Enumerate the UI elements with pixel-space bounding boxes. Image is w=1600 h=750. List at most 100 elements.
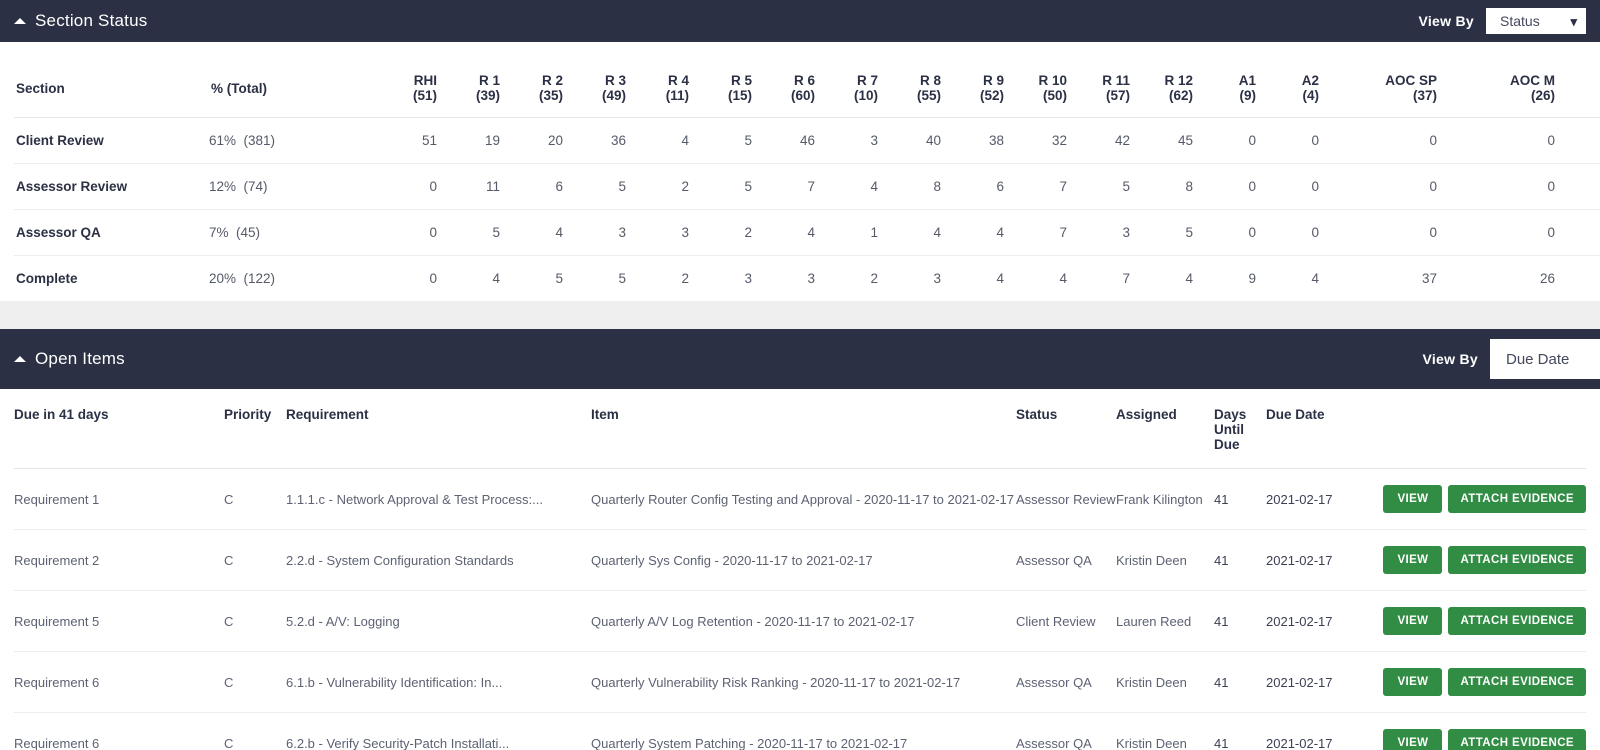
cell-days-until-due: 41 — [1214, 651, 1266, 713]
status-col-count: (15) — [727, 88, 752, 103]
cell-assigned: Kristin Deen — [1116, 712, 1214, 750]
view-button[interactable]: VIEW — [1383, 668, 1443, 696]
status-col-label: R 8 — [919, 73, 941, 88]
section-status-cell: 4 — [1311, 271, 1319, 286]
section-status-cell: 4 — [752, 209, 815, 256]
cell-days-until-due: 41 — [1214, 468, 1266, 530]
status-col-section[interactable]: Section — [14, 59, 209, 118]
section-status-cell: 45 — [1130, 117, 1193, 164]
section-status-cell: 0 — [1555, 209, 1600, 256]
section-status-title: Section Status — [35, 11, 148, 30]
attach-evidence-button[interactable]: ATTACH EVIDENCE — [1448, 668, 1586, 696]
cell-actions: VIEW ATTACH EVIDENCE — [1371, 468, 1586, 530]
status-col-count: (50) — [1042, 88, 1067, 103]
status-col-count: (57) — [1105, 88, 1130, 103]
status-col-a2[interactable]: A2 (4) — [1256, 59, 1319, 118]
status-col-r-1[interactable]: R 1 (39) — [437, 59, 500, 118]
status-col-count: (26) — [1530, 88, 1555, 103]
section-status-cell: 2 — [689, 209, 752, 256]
view-button[interactable]: VIEW — [1383, 546, 1443, 574]
cell-actions: VIEW ATTACH EVIDENCE — [1371, 651, 1586, 713]
status-col-r-2[interactable]: R 2 (35) — [500, 59, 563, 118]
status-col-ccv[interactable]: CCV(0) — [1555, 59, 1600, 118]
cell-days-until-due: 41 — [1214, 590, 1266, 652]
section-status-cell: 3 — [1067, 209, 1130, 256]
status-col-label: R 10 — [1038, 73, 1067, 88]
status-col-r-3[interactable]: R 3 (49) — [563, 59, 626, 118]
status-col-label: A1 — [1238, 73, 1256, 88]
status-col-r-9[interactable]: R 9 (52) — [941, 59, 1004, 118]
cell-status: Assessor QA — [1016, 529, 1116, 591]
view-button[interactable]: VIEW — [1383, 607, 1443, 635]
col-due-in[interactable]: Due in 41 days — [14, 389, 224, 469]
attach-evidence-button[interactable]: ATTACH EVIDENCE — [1448, 546, 1586, 574]
section-percent-total: 7% (45) — [209, 209, 374, 256]
status-col-label: % (Total) — [211, 80, 267, 96]
cell-due-in: Requirement 2 — [14, 529, 224, 591]
section-status-row: Assessor QA7% (45)054332414473500000 — [14, 209, 1600, 256]
status-col-r-4[interactable]: R 4 (11) — [626, 59, 689, 118]
status-col-label: A2 — [1301, 73, 1319, 88]
status-col-count: (0) — [1555, 88, 1600, 103]
status-col-count: (60) — [790, 88, 815, 103]
caret-up-icon[interactable] — [14, 18, 26, 24]
attach-evidence-button[interactable]: ATTACH EVIDENCE — [1448, 485, 1586, 513]
section-status-cell: 2 — [626, 163, 689, 210]
section-status-view-by-select[interactable]: Status ▾ — [1486, 8, 1586, 34]
cell-requirement: 2.2.d - System Configuration Standards — [286, 529, 591, 591]
status-col-r-10[interactable]: R 10 (50) — [1004, 59, 1067, 118]
cell-requirement: 6.1.b - Vulnerability Identification: In… — [286, 651, 591, 713]
section-status-cell: 0 — [1193, 209, 1256, 256]
view-button[interactable]: VIEW — [1383, 485, 1443, 513]
status-col-rhi[interactable]: RHI (51) — [374, 59, 437, 118]
cell-assigned: Frank Kilington — [1116, 468, 1214, 530]
section-status-cell: 1 — [815, 209, 878, 256]
status-col-count: (37) — [1412, 88, 1437, 103]
status-col-r-8[interactable]: R 8 (55) — [878, 59, 941, 118]
caret-up-icon[interactable] — [14, 356, 26, 362]
col-status[interactable]: Status — [1016, 389, 1116, 469]
cell-assigned: Kristin Deen — [1116, 529, 1214, 591]
cell-due-date: 2021-02-17 — [1266, 712, 1371, 750]
section-status-cell: 6 — [500, 163, 563, 210]
section-status-header[interactable]: Section Status View By Status ▾ — [0, 0, 1600, 42]
open-items-view-by-select[interactable]: Due Date — [1490, 339, 1600, 379]
section-percent-total: 61% (381) — [209, 117, 374, 164]
open-items-title: Open Items — [35, 349, 125, 368]
section-status-cell: 5 — [1130, 209, 1193, 256]
status-col-r-11[interactable]: R 11 (57) — [1067, 59, 1130, 118]
status-col-r-6[interactable]: R 6 (60) — [752, 59, 815, 118]
section-status-cell: 5 — [618, 271, 626, 286]
open-items-header[interactable]: Open Items View By Due Date — [0, 329, 1600, 389]
view-button[interactable]: VIEW — [1383, 729, 1443, 750]
cell-due-date: 2021-02-17 — [1266, 590, 1371, 652]
section-status-cell: 3 — [563, 209, 626, 256]
col-item[interactable]: Item — [591, 389, 1016, 469]
status-col-r-12[interactable]: R 12 (62) — [1130, 59, 1193, 118]
col-days-until-due[interactable]: Days Until Due — [1214, 389, 1266, 469]
section-status-cell: 0 — [1437, 117, 1555, 164]
col-requirement[interactable]: Requirement — [286, 389, 591, 469]
cell-priority: C — [224, 590, 286, 652]
section-status-cell: 5 — [555, 271, 563, 286]
status-col-r-5[interactable]: R 5 (15) — [689, 59, 752, 118]
section-name: Complete — [16, 271, 78, 286]
status-col-a1[interactable]: A1 (9) — [1193, 59, 1256, 118]
status-col-aoc-sp[interactable]: AOC SP (37) — [1319, 59, 1437, 118]
cell-due-in: Requirement 6 — [14, 651, 224, 713]
status-col-r-7[interactable]: R 7 (10) — [815, 59, 878, 118]
col-priority[interactable]: Priority — [224, 389, 286, 469]
status-col-label: AOC SP — [1385, 73, 1437, 88]
status-col-aoc-m[interactable]: AOC M (26) — [1437, 59, 1555, 118]
attach-evidence-button[interactable]: ATTACH EVIDENCE — [1448, 607, 1586, 635]
status-col-label: R 11 — [1102, 73, 1130, 88]
col-due-date[interactable]: Due Date — [1266, 389, 1371, 469]
status-col-total[interactable]: % (Total) — [209, 59, 374, 118]
col-assigned[interactable]: Assigned — [1116, 389, 1214, 469]
section-status-cell: 0 — [1319, 163, 1437, 210]
section-status-cell: 8 — [1130, 163, 1193, 210]
section-status-cell: 4 — [1059, 271, 1067, 286]
section-status-cell: 8 — [878, 163, 941, 210]
open-items-table: Due in 41 days Priority Requirement Item… — [14, 389, 1586, 750]
attach-evidence-button[interactable]: ATTACH EVIDENCE — [1448, 729, 1586, 750]
